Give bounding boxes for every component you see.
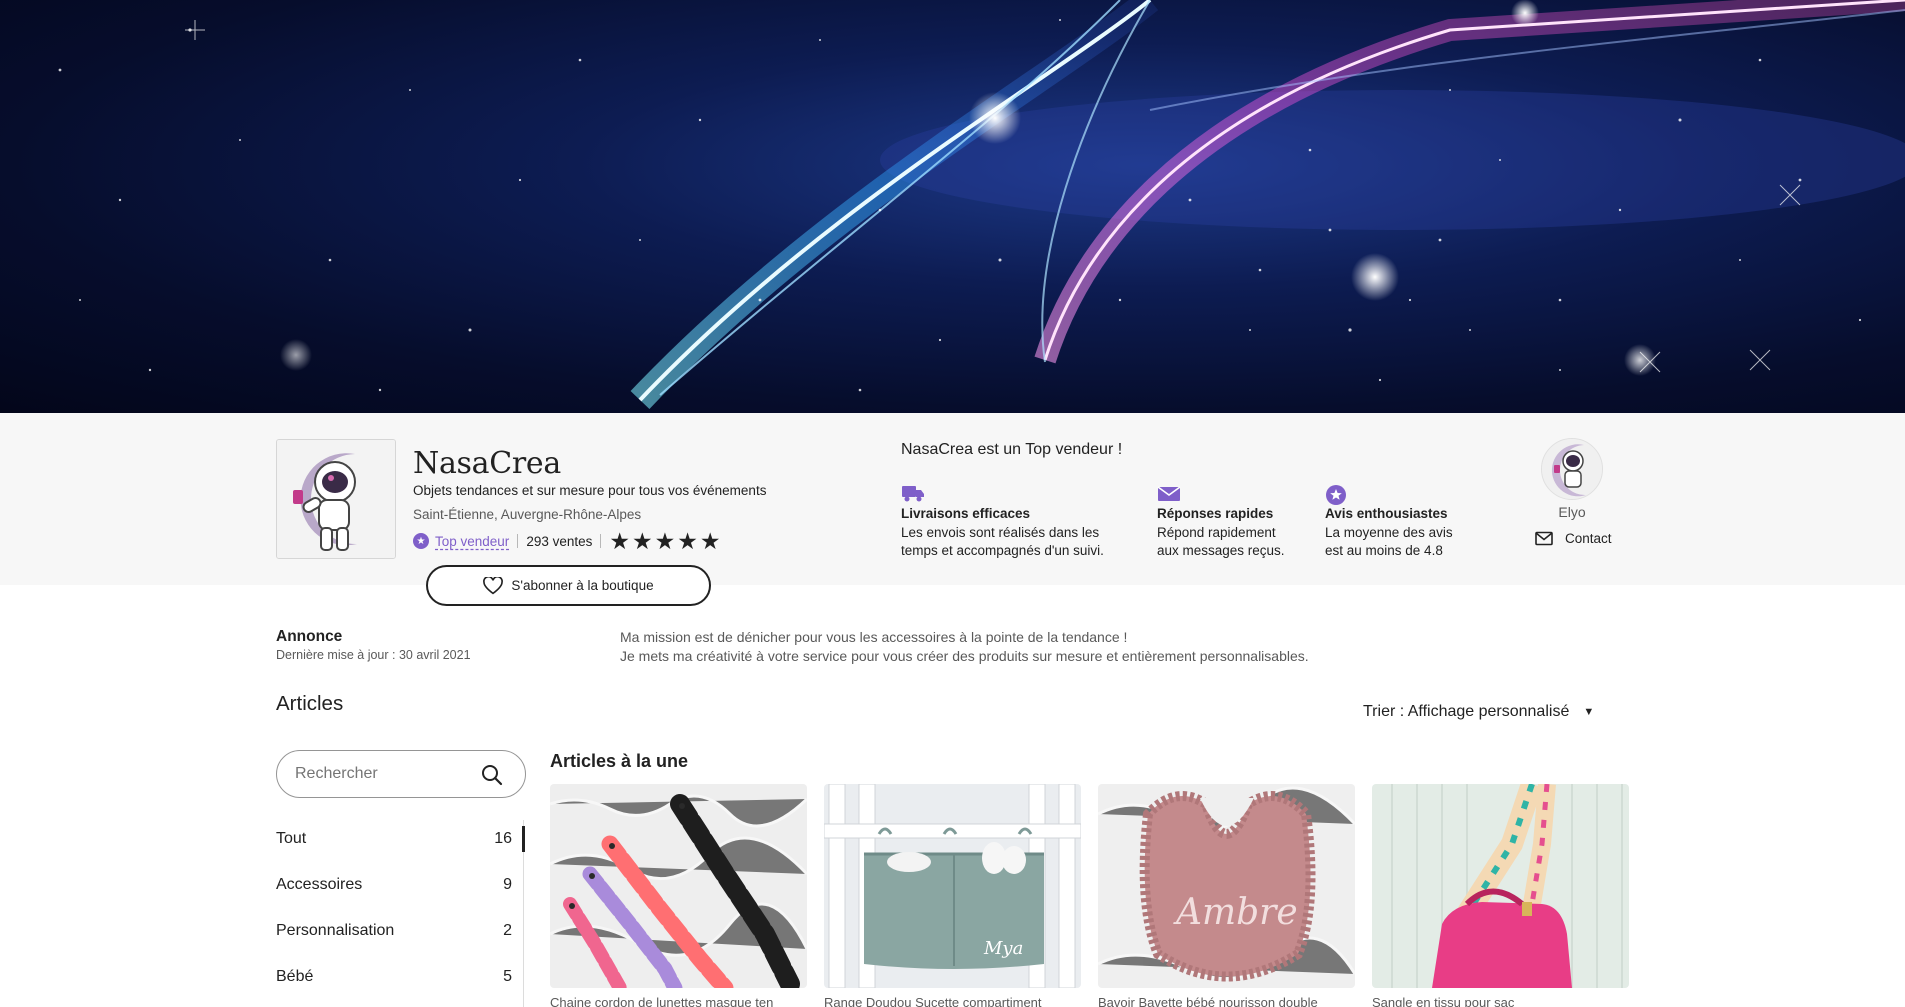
category-count: 9 xyxy=(503,876,512,893)
category-label: Accessoires xyxy=(276,876,363,893)
search-input[interactable] xyxy=(295,765,465,783)
category-item-bebe[interactable]: Bébé 5 xyxy=(276,958,526,1004)
shop-location: Saint-Étienne, Auvergne-Rhône-Alpes xyxy=(413,507,642,522)
category-label: Personnalisation xyxy=(276,922,395,939)
feature-text: Les envois sont réalisés dans les xyxy=(901,525,1100,540)
sort-dropdown[interactable]: Trier : Affichage personnalisé ▼ xyxy=(1363,703,1594,721)
personalized-name-text: Mya xyxy=(983,938,1023,959)
product-image xyxy=(1372,784,1629,988)
personalized-name-text: Ambre xyxy=(1173,892,1298,933)
feature-title: Avis enthousiastes xyxy=(1325,506,1448,521)
product-image xyxy=(550,784,807,988)
category-count: 5 xyxy=(503,968,512,985)
search-icon[interactable] xyxy=(481,764,503,786)
product-title[interactable]: Bavoir Bavette bébé nourisson double xyxy=(1098,995,1355,1007)
star-icon: ★ xyxy=(677,528,698,554)
shop-logo[interactable] xyxy=(276,439,396,559)
product-image: Ambre xyxy=(1098,784,1355,988)
announcement-line: Je mets ma créativité à votre service po… xyxy=(620,648,1309,664)
owner-avatar[interactable] xyxy=(1541,438,1603,500)
shop-tagline: Objets tendances et sur mesure pour tous… xyxy=(413,483,767,498)
shop-search xyxy=(276,750,526,798)
meta-divider xyxy=(600,534,602,548)
product-title[interactable]: Range Doudou Sucette compartiment xyxy=(824,995,1081,1007)
star-icon: ★ xyxy=(609,528,630,554)
shop-meta: ★ Top vendeur 293 ventes ★ ★ ★ ★ ★ xyxy=(413,528,721,554)
product-title[interactable]: Sangle en tissu pour sac xyxy=(1372,995,1629,1007)
top-seller-title: NasaCrea est un Top vendeur ! xyxy=(901,441,1123,458)
star-badge-icon xyxy=(1325,483,1555,505)
heart-icon xyxy=(483,576,504,595)
astronaut-logo-icon xyxy=(277,440,395,558)
category-count: 2 xyxy=(503,922,512,939)
mail-icon xyxy=(1535,531,1553,546)
product-card-strap[interactable] xyxy=(1372,784,1629,988)
articles-title: Articles xyxy=(276,692,344,715)
product-card-organizer[interactable]: Mya xyxy=(824,784,1081,988)
announcement-updated: Dernière mise à jour : 30 avril 2021 xyxy=(276,648,471,662)
category-item-accessoires[interactable]: Accessoires 9 xyxy=(276,866,526,912)
category-label: Bébé xyxy=(276,968,314,985)
category-count: 16 xyxy=(494,830,512,847)
truck-icon xyxy=(901,483,1131,505)
announcement-label: Annonce xyxy=(276,628,343,645)
feature-reviews: Avis enthousiastes La moyenne des avis e… xyxy=(1325,483,1555,560)
sort-label: Trier : Affichage personnalisé xyxy=(1363,703,1570,720)
rating-stars[interactable]: ★ ★ ★ ★ ★ xyxy=(609,528,721,554)
caret-down-icon: ▼ xyxy=(1583,706,1595,718)
product-image: Mya xyxy=(824,784,1081,988)
product-title[interactable]: Chaine cordon de lunettes masque ten xyxy=(550,995,807,1007)
galaxy-banner-art xyxy=(58,0,1905,409)
star-icon: ★ xyxy=(632,528,653,554)
featured-title: Articles à la une xyxy=(550,751,689,771)
star-icon: ★ xyxy=(699,528,721,554)
meta-divider xyxy=(517,534,519,548)
contact-label: Contact xyxy=(1565,531,1612,546)
product-card-bib[interactable]: Ambre xyxy=(1098,784,1355,988)
category-list: Tout 16 Accessoires 9 Personnalisation 2… xyxy=(276,820,526,1004)
shop-banner xyxy=(0,0,1905,413)
announcement-line: Ma mission est de dénicher pour vous les… xyxy=(620,629,1128,645)
feature-shipping: Livraisons efficaces Les envois sont réa… xyxy=(901,483,1131,560)
contact-button[interactable]: Contact xyxy=(1535,531,1612,546)
star-icon: ★ xyxy=(654,528,676,554)
category-label: Tout xyxy=(276,830,307,847)
owner-name[interactable]: Elyo xyxy=(1541,504,1603,520)
astronaut-avatar-icon xyxy=(1542,439,1602,499)
announcement-text: Ma mission est de dénicher pour vous les… xyxy=(620,628,1309,666)
feature-text: La moyenne des avis xyxy=(1325,525,1453,540)
sales-count: 293 ventes xyxy=(526,533,593,549)
category-item-tout[interactable]: Tout 16 xyxy=(276,820,526,866)
feature-text: temps et accompagnés d'un suivi. xyxy=(901,543,1104,558)
feature-text: est au moins de 4.8 xyxy=(1325,543,1443,558)
follow-shop-label: S'abonner à la boutique xyxy=(511,578,654,593)
top-seller-link[interactable]: Top vendeur xyxy=(435,534,509,549)
shop-name: NasaCrea xyxy=(413,446,561,481)
category-item-personnalisation[interactable]: Personnalisation 2 xyxy=(276,912,526,958)
follow-shop-button[interactable]: S'abonner à la boutique xyxy=(426,565,711,606)
product-card-chains[interactable] xyxy=(550,784,807,988)
feature-title: Livraisons efficaces xyxy=(901,506,1031,521)
top-seller-badge-icon: ★ xyxy=(413,533,429,549)
